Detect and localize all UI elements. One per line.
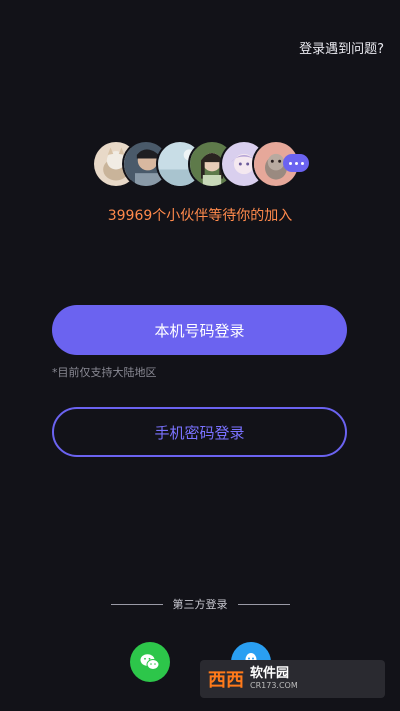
region-note: *目前仅支持大陆地区: [52, 366, 157, 379]
wechat-icon: [140, 654, 160, 670]
local-number-login-button[interactable]: 本机号码登录: [52, 305, 347, 355]
divider-line: [110, 603, 163, 605]
wechat-login-button[interactable]: [130, 642, 170, 682]
avatar-row: [92, 140, 322, 188]
watermark-site: 软件园: [250, 666, 290, 682]
watermark-logo: 西西: [208, 670, 244, 691]
watermark-url: CR173.COM: [250, 680, 298, 690]
divider-line: [237, 603, 290, 605]
phone-password-login-button[interactable]: 手机密码登录: [52, 407, 347, 457]
third-party-divider: 第三方登录: [0, 594, 400, 614]
community-invite-text: 39969个小伙伴等待你的加入: [107, 208, 293, 224]
more-dots-icon[interactable]: [283, 154, 309, 172]
watermark: 西西 软件园 CR173.COM: [200, 660, 385, 698]
help-link[interactable]: 登录遇到问题?: [299, 38, 384, 57]
third-party-label: 第三方登录: [172, 598, 228, 611]
